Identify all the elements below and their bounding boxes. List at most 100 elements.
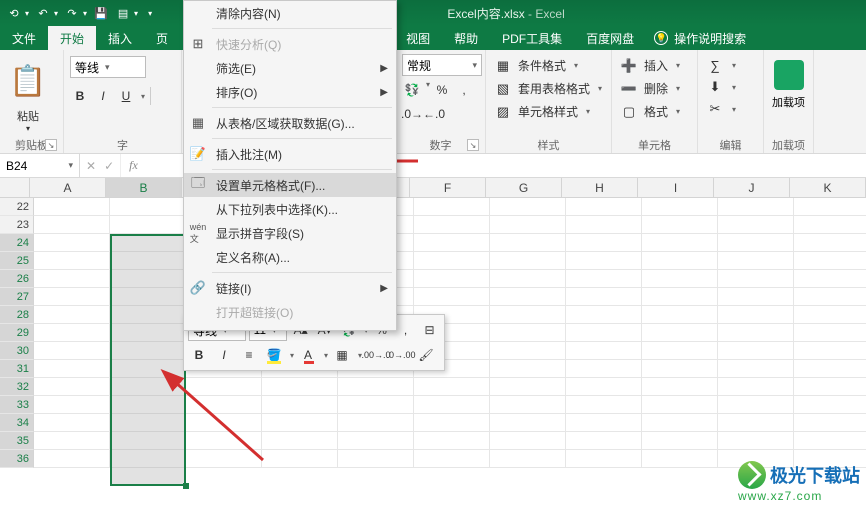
- cell[interactable]: [642, 288, 718, 306]
- undo-icon[interactable]: ↶: [35, 5, 51, 21]
- row-header[interactable]: 29: [0, 324, 34, 342]
- row-header[interactable]: 26: [0, 270, 34, 288]
- cell[interactable]: [34, 234, 110, 252]
- number-format-combo[interactable]: 常规▾: [402, 54, 482, 76]
- save-icon[interactable]: 💾: [93, 5, 109, 21]
- cell[interactable]: [490, 414, 566, 432]
- row-header[interactable]: 22: [0, 198, 34, 216]
- cell[interactable]: [262, 432, 338, 450]
- row-header[interactable]: 34: [0, 414, 34, 432]
- row-header[interactable]: 31: [0, 360, 34, 378]
- tab-insert[interactable]: 插入: [96, 26, 144, 50]
- tab-page[interactable]: 页: [144, 26, 180, 50]
- cell[interactable]: [566, 252, 642, 270]
- comma-button[interactable]: ,: [454, 80, 474, 100]
- cell[interactable]: [490, 360, 566, 378]
- fill-color-button[interactable]: 🪣: [263, 344, 285, 366]
- select-all-corner[interactable]: [0, 178, 30, 197]
- cm-filter[interactable]: 筛选(E)▶: [184, 56, 396, 80]
- cell[interactable]: [794, 360, 866, 378]
- cell[interactable]: [718, 216, 794, 234]
- addin-icon[interactable]: [774, 60, 804, 90]
- cell[interactable]: [794, 216, 866, 234]
- cell[interactable]: [794, 306, 866, 324]
- cell[interactable]: [414, 252, 490, 270]
- cell[interactable]: [566, 396, 642, 414]
- cell[interactable]: [642, 342, 718, 360]
- column-header[interactable]: H: [562, 178, 638, 197]
- cell[interactable]: [566, 234, 642, 252]
- cell[interactable]: [794, 270, 866, 288]
- percent-button[interactable]: %: [432, 80, 452, 100]
- cell[interactable]: [718, 234, 794, 252]
- row-header[interactable]: 32: [0, 378, 34, 396]
- tab-pdf[interactable]: PDF工具集: [490, 26, 574, 50]
- cell[interactable]: [718, 324, 794, 342]
- cell[interactable]: [490, 342, 566, 360]
- conditional-format-button[interactable]: ▦条件格式▾: [492, 54, 604, 77]
- row-header[interactable]: 24: [0, 234, 34, 252]
- cell[interactable]: [566, 324, 642, 342]
- cell[interactable]: [794, 198, 866, 216]
- cell[interactable]: [34, 270, 110, 288]
- cell[interactable]: [34, 252, 110, 270]
- dialog-launcher-icon[interactable]: ↘: [467, 139, 479, 151]
- cell[interactable]: [642, 270, 718, 288]
- name-box[interactable]: B24▾: [0, 154, 80, 177]
- cell[interactable]: [718, 414, 794, 432]
- cell[interactable]: [414, 198, 490, 216]
- cell[interactable]: [34, 360, 110, 378]
- cell[interactable]: [794, 378, 866, 396]
- selection-handle[interactable]: [183, 483, 189, 489]
- cell[interactable]: [642, 450, 718, 468]
- cell[interactable]: [338, 450, 414, 468]
- cm-pick-from-dropdown[interactable]: 从下拉列表中选择(K)...: [184, 197, 396, 221]
- tab-file[interactable]: 文件: [0, 26, 48, 50]
- merge-center-button[interactable]: ⊟: [419, 319, 440, 341]
- cell[interactable]: [490, 378, 566, 396]
- column-header[interactable]: K: [790, 178, 866, 197]
- cell[interactable]: [262, 396, 338, 414]
- table-format-button[interactable]: ▧套用表格格式▾: [492, 77, 604, 100]
- cell[interactable]: [34, 198, 110, 216]
- row-header[interactable]: 30: [0, 342, 34, 360]
- row-header[interactable]: 25: [0, 252, 34, 270]
- cell[interactable]: [718, 288, 794, 306]
- cell[interactable]: [566, 450, 642, 468]
- increase-decimal-button[interactable]: .00→.0: [365, 344, 387, 366]
- fill-button[interactable]: ⬇▾: [704, 76, 738, 98]
- cell[interactable]: [642, 378, 718, 396]
- format-painter-button[interactable]: 🖌: [415, 344, 437, 366]
- cell[interactable]: [414, 234, 490, 252]
- cell[interactable]: [490, 324, 566, 342]
- cell[interactable]: [566, 342, 642, 360]
- format-cells-button[interactable]: ▢格式▾: [618, 100, 682, 123]
- cell[interactable]: [566, 432, 642, 450]
- cell[interactable]: [642, 216, 718, 234]
- cell[interactable]: [414, 288, 490, 306]
- italic-button[interactable]: I: [93, 86, 113, 106]
- cell[interactable]: [566, 288, 642, 306]
- cell[interactable]: [642, 360, 718, 378]
- cell[interactable]: [338, 396, 414, 414]
- clear-button[interactable]: ✂▾: [704, 98, 738, 120]
- cell[interactable]: [718, 396, 794, 414]
- row-header[interactable]: 35: [0, 432, 34, 450]
- cell[interactable]: [490, 432, 566, 450]
- cell[interactable]: [718, 378, 794, 396]
- cell[interactable]: [262, 414, 338, 432]
- qat-more-icon[interactable]: ▤: [115, 5, 131, 21]
- cell[interactable]: [794, 234, 866, 252]
- cell[interactable]: [718, 252, 794, 270]
- cell[interactable]: [490, 396, 566, 414]
- row-header[interactable]: 23: [0, 216, 34, 234]
- cm-link[interactable]: 🔗链接(I)▶: [184, 276, 396, 300]
- cell[interactable]: [642, 414, 718, 432]
- cell[interactable]: [794, 252, 866, 270]
- cell[interactable]: [642, 324, 718, 342]
- cell[interactable]: [414, 216, 490, 234]
- redo-icon[interactable]: ↷: [64, 5, 80, 21]
- cell[interactable]: [718, 342, 794, 360]
- tell-me-search[interactable]: 💡 操作说明搜索: [654, 26, 746, 50]
- row-header[interactable]: 36: [0, 450, 34, 468]
